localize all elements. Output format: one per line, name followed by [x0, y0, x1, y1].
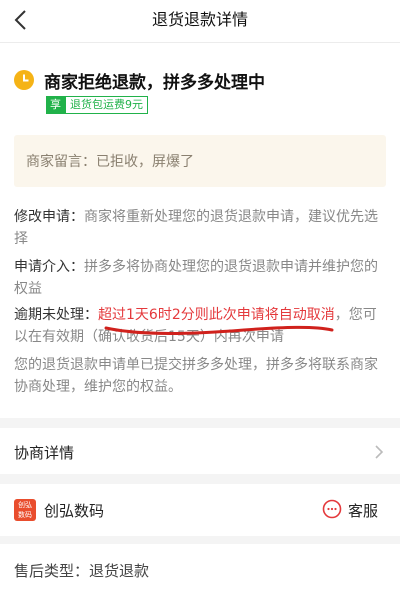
overdue-key: 逾期未处理： — [14, 307, 98, 323]
negotiation-label: 协商详情 — [14, 444, 75, 462]
navigation-bar: 退货退款详情 — [0, 0, 400, 43]
customer-service-label: 客服 — [348, 502, 379, 520]
merchant-message-box: 商家留言：已拒收，屏爆了 — [14, 135, 386, 187]
section-divider — [0, 418, 400, 428]
section-divider — [0, 474, 400, 484]
aftersale-type: 售后类型：退货退款 — [14, 562, 150, 580]
overdue-info: 逾期未处理：超过1天6时2分则此次申请将自动取消，您可以在有效期（确认收货后15… — [14, 304, 386, 348]
status-title: 商家拒绝退款，拼多多处理中 — [44, 73, 265, 93]
shop-logo: 创弘 数码 — [14, 499, 36, 521]
merchant-message: 商家留言：已拒收，屏爆了 — [26, 154, 194, 170]
modify-application-info: 修改申请：商家将重新处理您的退货退款申请，建议优先选择 — [14, 206, 386, 250]
customer-service-button[interactable]: 客服 — [322, 497, 386, 523]
badge-tag: 享 — [46, 96, 65, 114]
negotiation-details-row[interactable]: 协商详情 — [0, 428, 400, 474]
page-title: 退货退款详情 — [151, 10, 248, 29]
clock-icon — [14, 70, 34, 90]
chat-bubble-icon — [322, 499, 342, 519]
section-divider — [0, 536, 400, 544]
intervene-key: 申请介入： — [14, 259, 84, 275]
submitted-note: 您的退货退款申请单已提交拼多多处理，拼多多将联系商家协商处理，维护您的权益。 — [14, 357, 378, 395]
badge-text: 退货包运费9元 — [65, 96, 148, 114]
shop-name[interactable]: 创弘数码 — [44, 500, 104, 521]
modify-key: 修改申请： — [14, 209, 84, 225]
intervene-application-info: 申请介入：拼多多将协商处理您的退货退款申请并维护您的权益 — [14, 256, 386, 300]
overdue-deadline: 超过1天6时2分则此次申请将自动取消 — [98, 307, 335, 323]
shipping-insurance-badge: 享退货包运费9元 — [46, 96, 148, 114]
chevron-right-icon — [375, 445, 384, 459]
refund-status: 商家拒绝退款，拼多多处理中 — [14, 66, 390, 96]
